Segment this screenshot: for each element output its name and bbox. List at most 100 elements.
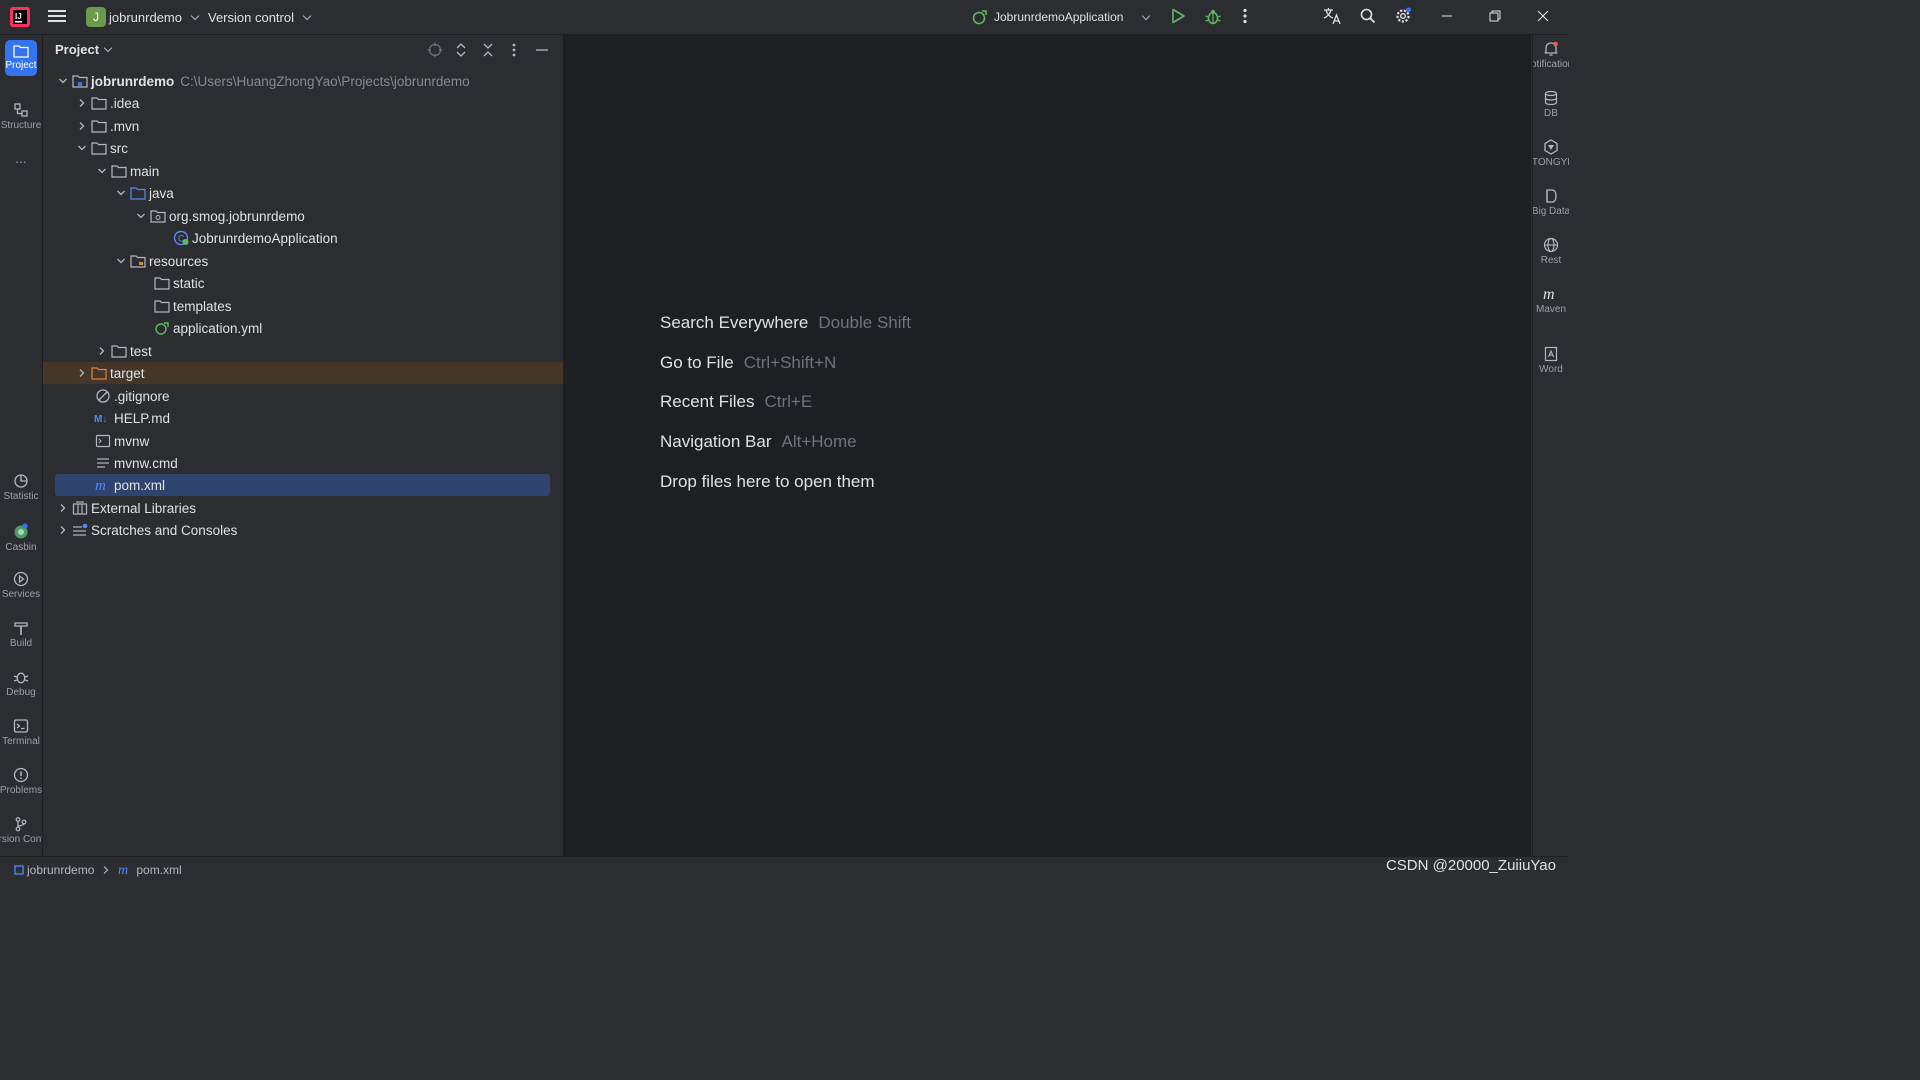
run-config-widget[interactable]: JobrunrdemoApplication [972, 6, 1151, 28]
collapse-all-icon[interactable] [481, 42, 495, 58]
close-icon[interactable] [1537, 10, 1549, 22]
chevron-right-icon[interactable] [74, 95, 90, 111]
tool-window-db[interactable]: DB [1533, 90, 1569, 119]
tool-window-statistic[interactable]: Statistic [0, 473, 42, 502]
folder-icon [13, 45, 29, 58]
chevron-right-icon[interactable] [55, 522, 71, 538]
project-widget[interactable]: J jobrunrdemo [86, 6, 200, 28]
tree-label: .mvn [110, 118, 140, 134]
tree-row-java[interactable]: java [43, 182, 563, 204]
tool-window-version-control[interactable]: Version Control [0, 816, 42, 845]
tool-window-services[interactable]: Services [0, 571, 42, 600]
tree-row-target[interactable]: target [43, 362, 563, 384]
tool-window-maven[interactable]: m Maven [1533, 286, 1569, 315]
tree-label: target [110, 365, 145, 381]
tool-window-label: Debug [6, 687, 36, 698]
tool-window-big-data[interactable]: Big Data [1533, 188, 1569, 217]
hide-panel-icon[interactable] [534, 42, 550, 58]
tool-window-word[interactable]: Word [1533, 346, 1569, 375]
tool-window-notifications[interactable]: Notifications [1533, 41, 1569, 70]
chevron-down-icon[interactable] [94, 163, 110, 179]
chevron-down-icon [190, 11, 200, 20]
tool-window-debug[interactable]: Debug [0, 669, 42, 698]
tree-row-help-md[interactable]: M↓ HELP.md [43, 407, 563, 429]
restore-icon[interactable] [1489, 10, 1501, 22]
tree-row-test[interactable]: test [43, 340, 563, 362]
settings-icon[interactable] [1394, 7, 1412, 25]
tree-row-resources[interactable]: resources [43, 250, 563, 272]
tree-row-scratches[interactable]: Scratches and Consoles [43, 519, 563, 541]
shell-script-icon [94, 433, 112, 449]
tool-window-terminal[interactable]: Terminal [0, 718, 42, 747]
structure-icon [14, 103, 28, 117]
tree-row-static[interactable]: static [43, 272, 563, 294]
panel-options-icon[interactable] [511, 42, 517, 58]
chevron-down-icon[interactable] [74, 140, 90, 156]
chevron-down-icon [1142, 11, 1151, 20]
chevron-down-icon[interactable] [113, 185, 129, 201]
tool-window-structure[interactable]: Structure [0, 102, 42, 131]
tree-row-src[interactable]: src [43, 137, 563, 159]
chevron-right-icon[interactable] [55, 500, 71, 516]
chevron-right-icon[interactable] [94, 343, 110, 359]
chevron-down-icon[interactable] [133, 208, 149, 224]
hint-recent-files: Recent Files Ctrl+E [660, 392, 812, 412]
translate-icon[interactable] [1322, 7, 1342, 25]
project-path: C:\Users\HuangZhongYao\Projects\jobrunrd… [180, 73, 470, 89]
tree-row-mvnw-cmd[interactable]: mvnw.cmd [43, 452, 563, 474]
tree-row-main[interactable]: main [43, 160, 563, 182]
tree-row-pom-xml[interactable]: m pom.xml [55, 474, 550, 496]
tool-window-project[interactable]: Project [0, 40, 42, 76]
tool-window-label: Big Data [1533, 206, 1569, 217]
chevron-right-icon[interactable] [74, 365, 90, 381]
tool-window-label: Problems [0, 785, 42, 796]
tool-window-tongyi[interactable]: TONGYI [1533, 139, 1569, 168]
panel-title-dropdown[interactable]: Project [55, 42, 113, 57]
vcs-widget[interactable]: Version control [208, 6, 312, 28]
vcs-label: Version control [208, 9, 294, 25]
debug-icon[interactable] [1204, 8, 1222, 26]
word-book-icon [1544, 346, 1558, 362]
chevron-right-icon[interactable] [74, 118, 90, 134]
tree-row-project-root[interactable]: jobrunrdemo C:\Users\HuangZhongYao\Proje… [43, 70, 563, 92]
tool-window-casbin[interactable]: Casbin [0, 522, 42, 553]
tree-row-application-yml[interactable]: application.yml [43, 317, 563, 339]
breadcrumb-file[interactable]: m pom.xml [118, 863, 181, 877]
chevron-down-icon[interactable] [55, 73, 71, 89]
tree-row-gitignore[interactable]: .gitignore [43, 385, 563, 407]
maven-icon: m [118, 864, 128, 876]
hint-shortcut: Ctrl+Shift+N [743, 353, 837, 372]
more-actions-icon[interactable] [1242, 8, 1248, 24]
tree-label: mvnw.cmd [114, 455, 178, 471]
minimize-icon[interactable] [1441, 10, 1453, 22]
editor-empty-area[interactable]: Search Everywhere Double Shift Go to Fil… [563, 35, 1531, 856]
hint-label: Go to File [660, 353, 734, 372]
more-tool-windows[interactable]: ... [0, 150, 42, 166]
hammer-icon [14, 622, 28, 635]
tree-row-mvn[interactable]: .mvn [43, 115, 563, 137]
locate-icon[interactable] [427, 42, 443, 58]
search-icon[interactable] [1360, 8, 1376, 24]
tool-window-label: Build [9, 638, 33, 649]
tree-row-mvnw[interactable]: mvnw [43, 430, 563, 452]
tool-window-build[interactable]: Build [0, 620, 42, 649]
tree-label: test [130, 343, 152, 359]
chevron-down-icon[interactable] [113, 253, 129, 269]
tree-row-templates[interactable]: templates [43, 295, 563, 317]
globe-icon [1543, 237, 1559, 253]
tool-window-label: Word [1539, 364, 1563, 375]
intellij-logo[interactable]: IJ [10, 7, 30, 27]
breadcrumb-project[interactable]: jobrunrdemo [14, 863, 94, 877]
tool-window-rest[interactable]: Rest [1533, 237, 1569, 266]
tree-label: HELP.md [114, 410, 171, 426]
tool-window-label: Structure [0, 120, 42, 131]
tree-row-idea[interactable]: .idea [43, 92, 563, 114]
main-menu-icon[interactable] [48, 8, 66, 24]
run-icon[interactable] [1170, 8, 1186, 24]
tree-row-external-libraries[interactable]: External Libraries [43, 497, 563, 519]
expand-all-icon[interactable] [454, 42, 468, 58]
tool-window-problems[interactable]: Problems [0, 767, 42, 796]
hint-label: Drop files here to open them [660, 472, 875, 491]
tree-row-package[interactable]: org.smog.jobrunrdemo [43, 205, 563, 227]
tree-row-application-class[interactable]: C JobrunrdemoApplication [43, 227, 563, 249]
